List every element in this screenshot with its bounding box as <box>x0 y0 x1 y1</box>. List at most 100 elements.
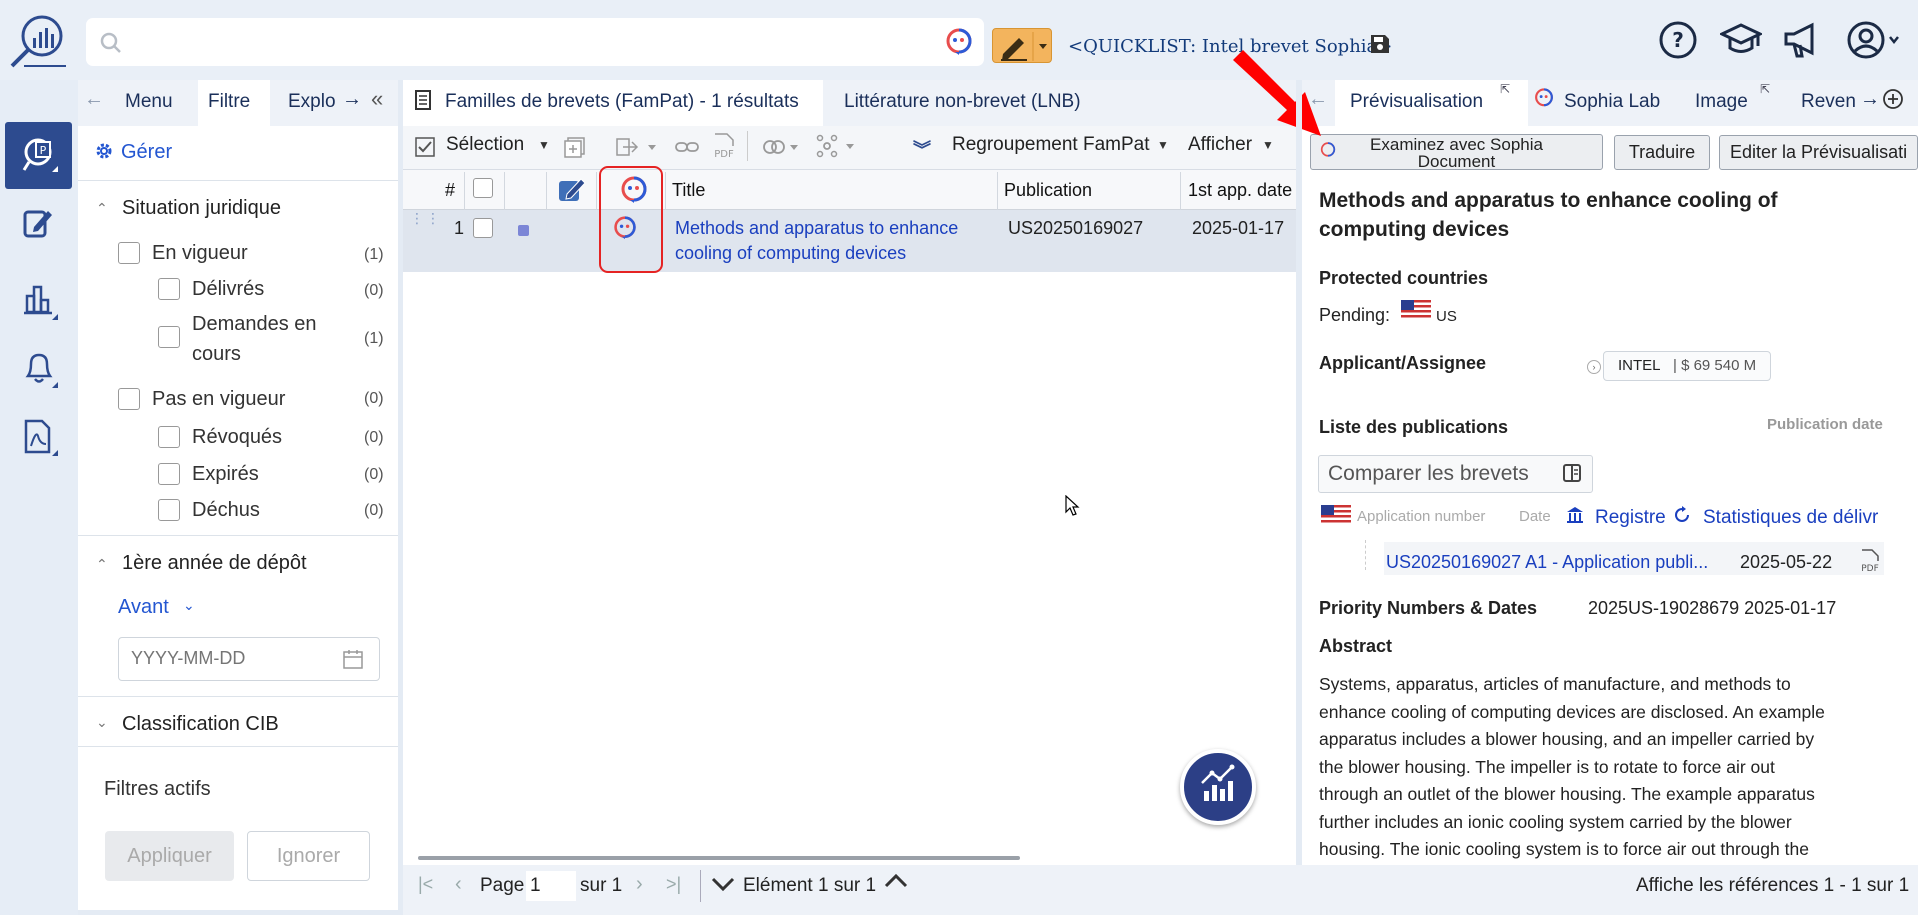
page-input[interactable]: 1 <box>526 871 576 901</box>
tab-image[interactable]: Image <box>1695 91 1748 113</box>
rail-item-edit[interactable] <box>22 205 54 241</box>
compare-icon[interactable] <box>762 137 804 157</box>
date-input[interactable] <box>131 638 331 678</box>
checkbox-expires[interactable] <box>158 463 180 485</box>
external-link-icon[interactable]: ⇱ <box>1500 82 1510 96</box>
pending-label: Pending: <box>1319 305 1391 325</box>
table-header <box>403 170 1296 210</box>
row-checkbox[interactable] <box>473 218 493 238</box>
pdf-icon[interactable]: PDF <box>712 133 736 159</box>
chevron-down-icon[interactable]: ⌄ <box>96 714 108 731</box>
link-icon[interactable] <box>675 137 699 157</box>
registry-link[interactable]: Registre <box>1595 507 1666 529</box>
forward-arrow-icon[interactable]: → <box>1860 88 1880 111</box>
search-input[interactable] <box>86 18 984 66</box>
chevron-up-icon[interactable]: ⌃ <box>96 556 108 573</box>
checkbox-demandes-en-cours[interactable] <box>158 326 180 348</box>
expand-applicant-icon[interactable]: › <box>1587 360 1601 374</box>
chevron-up-icon[interactable]: ⌃ <box>96 200 108 217</box>
cib-title[interactable]: Classification CIB <box>122 713 279 736</box>
select-all-icon[interactable] <box>414 136 436 158</box>
grouping-menu[interactable]: Regroupement FamPat <box>952 134 1150 156</box>
tab-revendications[interactable]: Reven <box>1801 91 1856 113</box>
academy-icon[interactable] <box>1720 20 1762 60</box>
caret-down-icon[interactable]: ▼ <box>538 138 550 152</box>
tab-previsualisation[interactable]: Prévisualisation <box>1350 91 1483 113</box>
tab-explo[interactable]: Explo <box>288 91 336 113</box>
highlight-pen-button[interactable] <box>992 28 1052 63</box>
rail-item-pdf-report[interactable] <box>22 418 60 458</box>
help-icon[interactable]: ? <box>1658 20 1698 60</box>
column-header-title[interactable]: Title <box>672 180 705 201</box>
calendar-icon[interactable] <box>342 648 364 670</box>
search-bar[interactable] <box>86 18 984 66</box>
app-logo-icon[interactable] <box>8 12 68 70</box>
panel-splitter[interactable] <box>1296 80 1302 865</box>
date-input-box[interactable] <box>118 637 380 681</box>
user-account-icon[interactable] <box>1846 20 1902 60</box>
ignore-button[interactable]: Ignorer <box>247 831 370 881</box>
checkbox-en-vigueur[interactable] <box>118 242 140 264</box>
drag-handle-icon[interactable]: ⋮⋮ <box>410 211 442 225</box>
prev-page-icon[interactable]: ‹ <box>455 873 462 896</box>
tab-menu[interactable]: Menu <box>125 91 173 113</box>
tab-lnb[interactable]: Littérature non-brevet (LNB) <box>844 91 1081 113</box>
publication-link[interactable]: US20250169027 A1 - Application publi... <box>1386 552 1708 573</box>
pager-separator <box>700 870 701 902</box>
announcement-icon[interactable] <box>1782 20 1822 60</box>
legal-status-title[interactable]: Situation juridique <box>122 197 281 220</box>
back-arrow-icon[interactable]: ← <box>84 88 104 111</box>
tab-filtre[interactable]: Filtre <box>208 91 250 113</box>
add-tab-icon[interactable] <box>1882 88 1904 110</box>
manage-link[interactable]: Gérer <box>121 141 172 164</box>
caret-down-icon[interactable]: ▼ <box>1157 138 1169 152</box>
chevron-up-icon[interactable] <box>884 873 908 889</box>
examine-sophia-button[interactable]: Examinez avec Sophia Document <box>1310 134 1603 170</box>
tab-sophia-lab[interactable]: Sophia Lab <box>1564 91 1660 113</box>
us-flag-icon <box>1321 505 1351 525</box>
checkbox-delivres[interactable] <box>158 278 180 300</box>
document-icon <box>414 89 432 111</box>
save-icon[interactable] <box>1370 34 1390 54</box>
filter-count: (1) <box>364 330 384 347</box>
external-link-icon[interactable]: ⇱ <box>1760 82 1770 96</box>
network-icon[interactable] <box>816 134 858 158</box>
caret-down-icon[interactable]: ▼ <box>1262 138 1274 152</box>
expand-icon[interactable]: ︾ <box>913 136 931 162</box>
collapse-panel-icon[interactable]: « <box>371 86 383 112</box>
column-header-publication[interactable]: Publication <box>1004 180 1092 201</box>
header-checkbox[interactable] <box>473 178 493 198</box>
checkbox-pas-en-vigueur[interactable] <box>118 388 140 410</box>
selection-menu[interactable]: Sélection <box>446 134 524 156</box>
rail-item-analytics[interactable] <box>22 282 60 322</box>
first-page-icon[interactable]: |< <box>418 874 433 895</box>
checkbox-revoques[interactable] <box>158 426 180 448</box>
sophia-icon[interactable] <box>945 28 973 56</box>
horizontal-scrollbar[interactable] <box>418 856 1020 860</box>
tab-fampat[interactable]: Familles de brevets (FamPat) - 1 résulta… <box>445 91 799 113</box>
chevron-down-icon[interactable]: ⌄ <box>183 597 195 614</box>
first-year-title[interactable]: 1ère année de dépôt <box>122 552 307 575</box>
rail-item-alerts[interactable] <box>22 350 60 390</box>
pdf-download-icon[interactable]: PDF <box>1858 549 1882 573</box>
apply-button[interactable]: Appliquer <box>105 831 234 881</box>
before-dropdown[interactable]: Avant <box>118 596 169 619</box>
row-number: 1 <box>454 218 465 238</box>
analytics-fab-button[interactable] <box>1180 749 1256 825</box>
row-title-link-line2[interactable]: cooling of computing devices <box>675 243 906 264</box>
column-header-first-app-date[interactable]: 1st app. date <box>1188 180 1292 201</box>
annotate-icon[interactable] <box>557 176 587 204</box>
translate-button[interactable]: Traduire <box>1614 135 1710 170</box>
edit-preview-button[interactable]: Editer la Prévisualisati <box>1719 135 1918 170</box>
add-to-list-icon[interactable] <box>564 136 588 158</box>
next-page-icon[interactable]: › <box>636 873 643 896</box>
protected-countries-label: Protected countries <box>1319 268 1489 288</box>
row-title-link[interactable]: Methods and apparatus to enhance <box>675 218 958 239</box>
chevron-down-icon[interactable] <box>711 876 735 892</box>
last-page-icon[interactable]: >| <box>666 874 681 895</box>
checkbox-dechus[interactable] <box>158 499 180 521</box>
application-number-header: Application number <box>1357 508 1486 525</box>
export-icon[interactable] <box>615 136 659 158</box>
forward-arrow-icon[interactable]: → <box>342 88 362 111</box>
stats-link[interactable]: Statistiques de délivr <box>1703 507 1878 529</box>
